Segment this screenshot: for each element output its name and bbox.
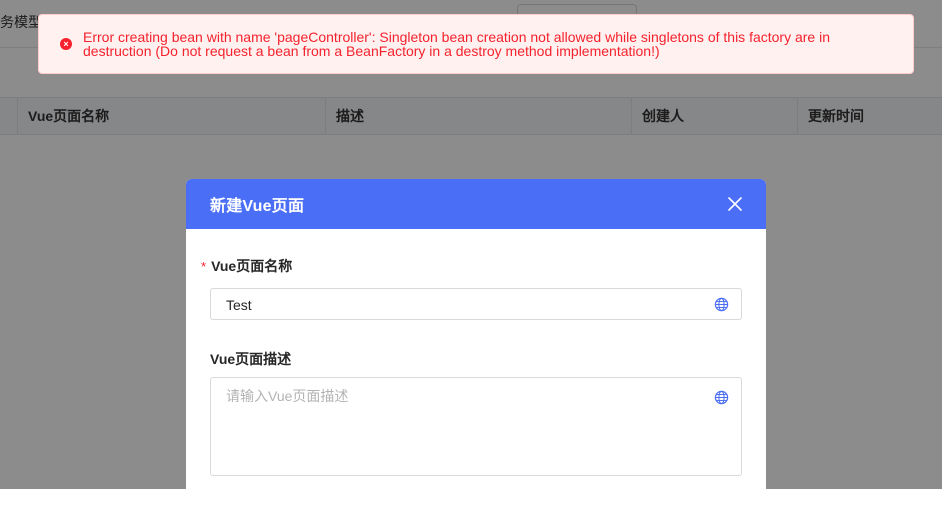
name-field-label: * Vue页面名称 <box>201 256 292 276</box>
dialog-title: 新建Vue页面 <box>210 198 305 215</box>
description-placeholder: 请输入Vue页面描述 <box>226 388 349 404</box>
name-input-value: Test <box>226 297 252 313</box>
error-circle-icon: × <box>60 38 72 50</box>
globe-icon[interactable] <box>714 297 729 312</box>
close-icon[interactable] <box>726 195 744 213</box>
required-mark: * <box>201 259 207 274</box>
alert-message: Error creating bean with name 'pageContr… <box>83 29 830 59</box>
description-field-label: Vue页面描述 <box>210 351 292 367</box>
name-input[interactable]: Test <box>210 288 742 320</box>
description-textarea[interactable]: 请输入Vue页面描述 <box>210 377 742 476</box>
name-label-text: Vue页面名称 <box>211 258 293 274</box>
error-alert: × Error creating bean with name 'pageCon… <box>38 14 914 74</box>
new-vue-page-dialog: 新建Vue页面 * Vue页面名称 Test Vue页面描述 请输入Vue页面描述 <box>186 179 766 509</box>
dialog-header: 新建Vue页面 <box>186 179 766 229</box>
globe-icon[interactable] <box>714 390 729 405</box>
